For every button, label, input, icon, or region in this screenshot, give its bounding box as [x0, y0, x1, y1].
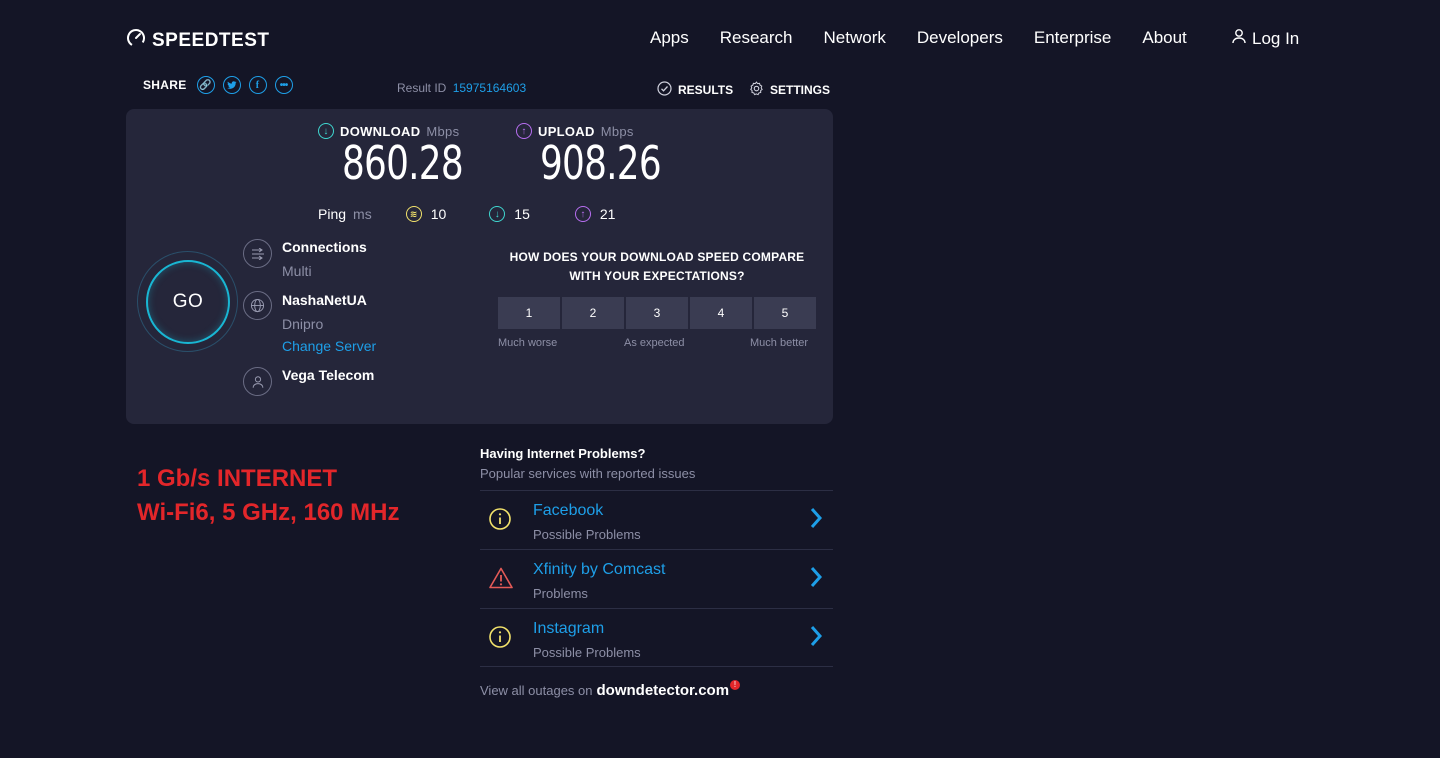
ping-idle-value: 10	[430, 206, 447, 222]
ping-download: ↓ 15	[489, 206, 530, 222]
person-icon	[243, 367, 272, 396]
outage-status: Possible Problems	[533, 527, 641, 542]
problems-subheading: Popular services with reported issues	[480, 466, 696, 481]
logo-text: SPEEDTEST	[152, 30, 270, 51]
result-id: Result ID 15975164603	[397, 81, 526, 95]
connections-title: Connections	[282, 239, 367, 255]
rating-mid-label: As expected	[624, 337, 685, 349]
rating-option-5[interactable]: 5	[754, 297, 816, 329]
jitter-icon: ≋	[405, 206, 422, 222]
result-id-label: Result ID	[397, 81, 447, 95]
go-button[interactable]: GO	[146, 260, 230, 344]
outage-row-xfinity[interactable]: Xfinity by Comcast Problems	[480, 549, 833, 607]
survey-question-line2: WITH YOUR EXPECTATIONS?	[569, 269, 745, 283]
rating-low-label: Much worse	[498, 337, 558, 349]
speedtest-logo[interactable]: SPEEDTEST	[126, 28, 269, 54]
ping-upload: ↑ 21	[574, 206, 616, 222]
outage-row-instagram[interactable]: Instagram Possible Problems	[480, 608, 833, 666]
nav-developers[interactable]: Developers	[917, 28, 1003, 48]
survey-question: HOW DOES YOUR DOWNLOAD SPEED COMPARE WIT…	[498, 248, 816, 286]
nav-about[interactable]: About	[1142, 28, 1186, 48]
provider-name: Vega Telecom	[282, 367, 375, 383]
info-icon	[489, 626, 511, 653]
share-bar: SHARE 🔗 f •••	[143, 76, 293, 94]
outage-service-name: Instagram	[533, 620, 605, 637]
facebook-icon[interactable]: f	[248, 76, 267, 94]
ping-download-value: 15	[514, 206, 530, 222]
login-label: Log In	[1252, 28, 1300, 48]
check-circle-icon	[657, 81, 672, 99]
outage-status: Possible Problems	[533, 645, 641, 660]
chevron-right-icon	[809, 507, 823, 534]
results-label: RESULTS	[678, 83, 734, 97]
share-label: SHARE	[143, 78, 187, 92]
annotation-line1: 1 Gb/s INTERNET	[137, 465, 338, 492]
connections-icon	[243, 239, 272, 268]
annotation-line2: Wi-Fi6, 5 GHz, 160 MHz	[137, 499, 400, 526]
outage-status: Problems	[533, 586, 588, 601]
downdetector-link[interactable]: downdetector.com	[597, 682, 730, 699]
download-arrow-icon: ↓	[318, 123, 334, 139]
result-id-link[interactable]: 15975164603	[453, 81, 526, 95]
overlay-annotation: 1 Gb/s INTERNET Wi-Fi6, 5 GHz, 160 MHz	[137, 462, 400, 530]
nav-enterprise[interactable]: Enterprise	[1034, 28, 1111, 48]
chevron-right-icon	[809, 625, 823, 652]
rating-option-3[interactable]: 3	[626, 297, 688, 329]
ping-label: Ping	[318, 206, 347, 222]
ping-download-icon: ↓	[489, 206, 506, 222]
outage-service-name: Facebook	[533, 502, 604, 519]
rating-option-2[interactable]: 2	[562, 297, 624, 329]
outages-footer: View all outages on downdetector.com !	[480, 679, 743, 699]
server-name: NashaNetUA	[282, 292, 367, 308]
ping-row: Ping ms ≋ 10 ↓ 15 ↑ 21	[318, 206, 615, 222]
outages-text: View all outages on	[480, 683, 593, 698]
settings-label: SETTINGS	[770, 83, 831, 97]
ping-idle: ≋ 10	[405, 206, 447, 222]
ping-upload-value: 21	[599, 206, 616, 222]
info-icon	[489, 508, 511, 535]
alert-badge-icon: !	[730, 679, 741, 690]
gauge-icon	[126, 28, 146, 54]
results-button[interactable]: RESULTS	[657, 81, 733, 99]
more-icon[interactable]: •••	[274, 76, 293, 94]
server-city: Dnipro	[282, 316, 324, 332]
rating-high-label: Much better	[750, 337, 809, 349]
survey-question-line1: HOW DOES YOUR DOWNLOAD SPEED COMPARE	[509, 250, 805, 264]
ping-upload-icon: ↑	[574, 206, 591, 222]
upload-value: 908.26	[540, 136, 662, 190]
rating-option-1[interactable]: 1	[498, 297, 560, 329]
problems-divider	[480, 666, 833, 667]
nav-apps[interactable]: Apps	[650, 28, 689, 48]
change-server-link[interactable]: Change Server	[282, 338, 376, 354]
outage-service-name: Xfinity by Comcast	[533, 561, 666, 578]
user-icon	[1231, 28, 1247, 49]
globe-icon	[243, 291, 272, 320]
rating-scale: 1 2 3 4 5	[498, 297, 816, 329]
settings-button[interactable]: SETTINGS	[749, 81, 830, 99]
login-button[interactable]: Log In	[1231, 28, 1299, 49]
ping-unit: ms	[353, 206, 372, 222]
link-icon[interactable]: 🔗	[196, 76, 215, 94]
download-value: 860.28	[342, 136, 464, 190]
outage-row-facebook[interactable]: Facebook Possible Problems	[480, 490, 833, 548]
upload-arrow-icon: ↑	[516, 123, 532, 139]
nav-research[interactable]: Research	[720, 28, 793, 48]
chevron-right-icon	[809, 566, 823, 593]
nav-network[interactable]: Network	[824, 28, 886, 48]
main-nav: Apps Research Network Developers Enterpr…	[650, 28, 1218, 48]
warning-icon	[489, 567, 513, 594]
gear-icon	[749, 81, 764, 99]
problems-heading: Having Internet Problems?	[480, 446, 646, 461]
twitter-icon[interactable]	[222, 76, 241, 94]
connections-value: Multi	[282, 263, 312, 279]
rating-option-4[interactable]: 4	[690, 297, 752, 329]
